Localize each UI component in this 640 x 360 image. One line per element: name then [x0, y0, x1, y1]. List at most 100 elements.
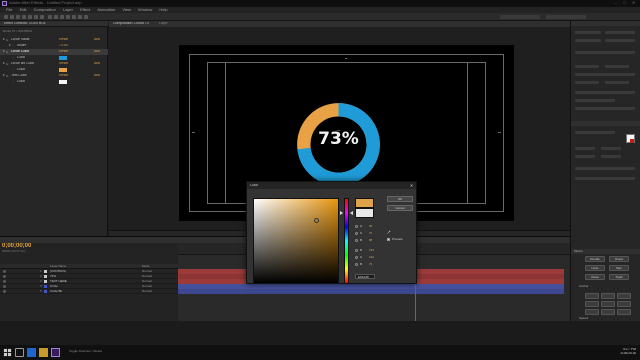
effect-reset-link[interactable]: Reset: [59, 38, 68, 42]
after-effects-taskbar-icon[interactable]: [51, 348, 60, 357]
expand-triangle-icon[interactable]: [9, 44, 11, 46]
layer-row[interactable]: 5 Circle Bit Normal: [0, 289, 178, 294]
spin-button[interactable]: Spin: [609, 265, 629, 271]
fx-icon[interactable]: fx: [6, 74, 10, 78]
effect-about-link[interactable]: Abo: [94, 50, 100, 54]
hand-tool-icon[interactable]: [16, 15, 20, 19]
label-color-chip[interactable]: [44, 270, 47, 273]
layer-name[interactable]: Circle: [50, 285, 58, 288]
anchor-grid-button[interactable]: [601, 309, 615, 315]
pen-tool-icon[interactable]: [54, 15, 58, 19]
stopwatch-icon[interactable]: ◔: [12, 56, 16, 60]
label-color-chip[interactable]: [44, 290, 47, 293]
checkbox-icon[interactable]: [387, 238, 390, 241]
zoom-tool-icon[interactable]: [22, 15, 26, 19]
composition-tab[interactable]: Composition: Donut 73: [113, 22, 149, 26]
effect-row-color[interactable]: ◔ Color: [0, 79, 108, 85]
brightness-radio[interactable]: [355, 239, 358, 242]
layer-duration-bar[interactable]: [178, 289, 564, 294]
fx-icon[interactable]: fx: [6, 50, 10, 54]
anchor-grid-button[interactable]: [601, 293, 615, 299]
expand-triangle-icon[interactable]: [3, 74, 5, 76]
rotate-tool-icon[interactable]: [28, 15, 32, 19]
blue-radio[interactable]: [355, 263, 358, 266]
green-radio[interactable]: [355, 256, 358, 259]
red-radio[interactable]: [355, 249, 358, 252]
mode-column[interactable]: Mode: [142, 265, 150, 268]
hex-input[interactable]: E0A248: [355, 274, 375, 279]
layer-name[interactable]: Circle Bit: [50, 290, 62, 293]
visibility-eye-icon[interactable]: [3, 285, 6, 288]
label-color-chip[interactable]: [44, 285, 47, 288]
effect-about-link[interactable]: Abo: [94, 74, 100, 78]
layer-mode[interactable]: Normal: [142, 290, 152, 293]
stroke-color-swatch[interactable]: [630, 139, 634, 143]
hue-right-arrow-icon[interactable]: [350, 211, 353, 215]
layer-name[interactable]: 73%: [50, 275, 56, 278]
visibility-eye-icon[interactable]: [3, 290, 6, 293]
motion-panel-header[interactable]: Motion: [571, 249, 640, 254]
saturation-brightness-field[interactable]: [253, 198, 339, 284]
color-field-cursor[interactable]: [314, 218, 319, 223]
effect-controls-tab[interactable]: Effect Controls: CONTROL: [0, 21, 108, 27]
label-color-chip[interactable]: [44, 275, 47, 278]
clone-button[interactable]: Clone: [585, 274, 605, 280]
anchor-grid-button[interactable]: [617, 309, 631, 315]
layer-name[interactable]: [CONTROL]: [50, 270, 66, 273]
anchor-grid-button[interactable]: [585, 301, 599, 307]
original-color-preview[interactable]: [355, 208, 374, 218]
brush-tool-icon[interactable]: [66, 15, 70, 19]
layer-mode[interactable]: Normal: [142, 275, 152, 278]
slider-value[interactable]: 73.00: [59, 44, 68, 48]
timecode-display[interactable]: 0;00;00;00: [2, 243, 31, 249]
doodle-button[interactable]: Doodle: [585, 256, 605, 262]
hue-slider[interactable]: [344, 198, 349, 284]
font-family-dropdown[interactable]: [575, 131, 615, 134]
anchor-grid-button[interactable]: [585, 309, 599, 315]
camera-tool-icon[interactable]: [34, 15, 38, 19]
eraser-tool-icon[interactable]: [78, 15, 82, 19]
layer-mode[interactable]: Normal: [142, 280, 152, 283]
eyedropper-icon[interactable]: [387, 230, 391, 234]
fx-icon[interactable]: fx: [6, 62, 10, 66]
layer-name[interactable]: TEXT HERE: [50, 280, 67, 283]
color-swatch[interactable]: [59, 56, 67, 60]
preview-controls[interactable]: [575, 51, 635, 54]
close-window-icon[interactable]: ✕: [629, 0, 638, 6]
anchor-grid-button[interactable]: [617, 301, 631, 307]
cancel-button[interactable]: Cancel: [387, 205, 413, 211]
info-panel-header[interactable]: [571, 21, 640, 26]
stopwatch-icon[interactable]: ◔: [12, 44, 16, 48]
hue-left-arrow-icon[interactable]: [340, 211, 343, 215]
pan-behind-tool-icon[interactable]: [40, 15, 44, 19]
anchor-grid-button[interactable]: [601, 301, 615, 307]
ok-button[interactable]: OK: [387, 196, 413, 202]
layer-tab[interactable]: Layer: [159, 22, 168, 26]
trash-button[interactable]: Trash: [609, 274, 629, 280]
stopwatch-icon[interactable]: ◔: [12, 80, 16, 84]
system-clock[interactable]: 4:17 PM 2/26/2016: [620, 348, 636, 355]
effect-reset-link[interactable]: Reset: [59, 50, 68, 54]
maximize-icon[interactable]: □: [620, 0, 629, 6]
close-icon[interactable]: ✕: [409, 183, 414, 188]
workspace-selector[interactable]: [500, 15, 540, 19]
visibility-eye-icon[interactable]: [3, 270, 6, 273]
windows-start-icon[interactable]: [3, 348, 12, 357]
effect-reset-link[interactable]: Reset: [59, 74, 68, 78]
search-help-field[interactable]: [546, 15, 586, 19]
color-swatch[interactable]: [59, 80, 67, 84]
layer-mode[interactable]: Normal: [142, 285, 152, 288]
anchor-grid-button[interactable]: [585, 293, 599, 299]
expand-triangle-icon[interactable]: [3, 38, 5, 40]
effect-reset-link[interactable]: Reset: [59, 62, 68, 66]
visibility-eye-icon[interactable]: [3, 280, 6, 283]
hue-radio[interactable]: [355, 225, 358, 228]
browser-icon[interactable]: [27, 348, 36, 357]
saturation-radio[interactable]: [355, 232, 358, 235]
visibility-eye-icon[interactable]: [3, 275, 6, 278]
home-tool-icon[interactable]: [4, 15, 8, 19]
stopwatch-icon[interactable]: ◔: [12, 68, 16, 72]
task-view-icon[interactable]: [15, 348, 24, 357]
anchor-grid-button[interactable]: [617, 293, 631, 299]
fx-icon[interactable]: fx: [6, 38, 10, 42]
